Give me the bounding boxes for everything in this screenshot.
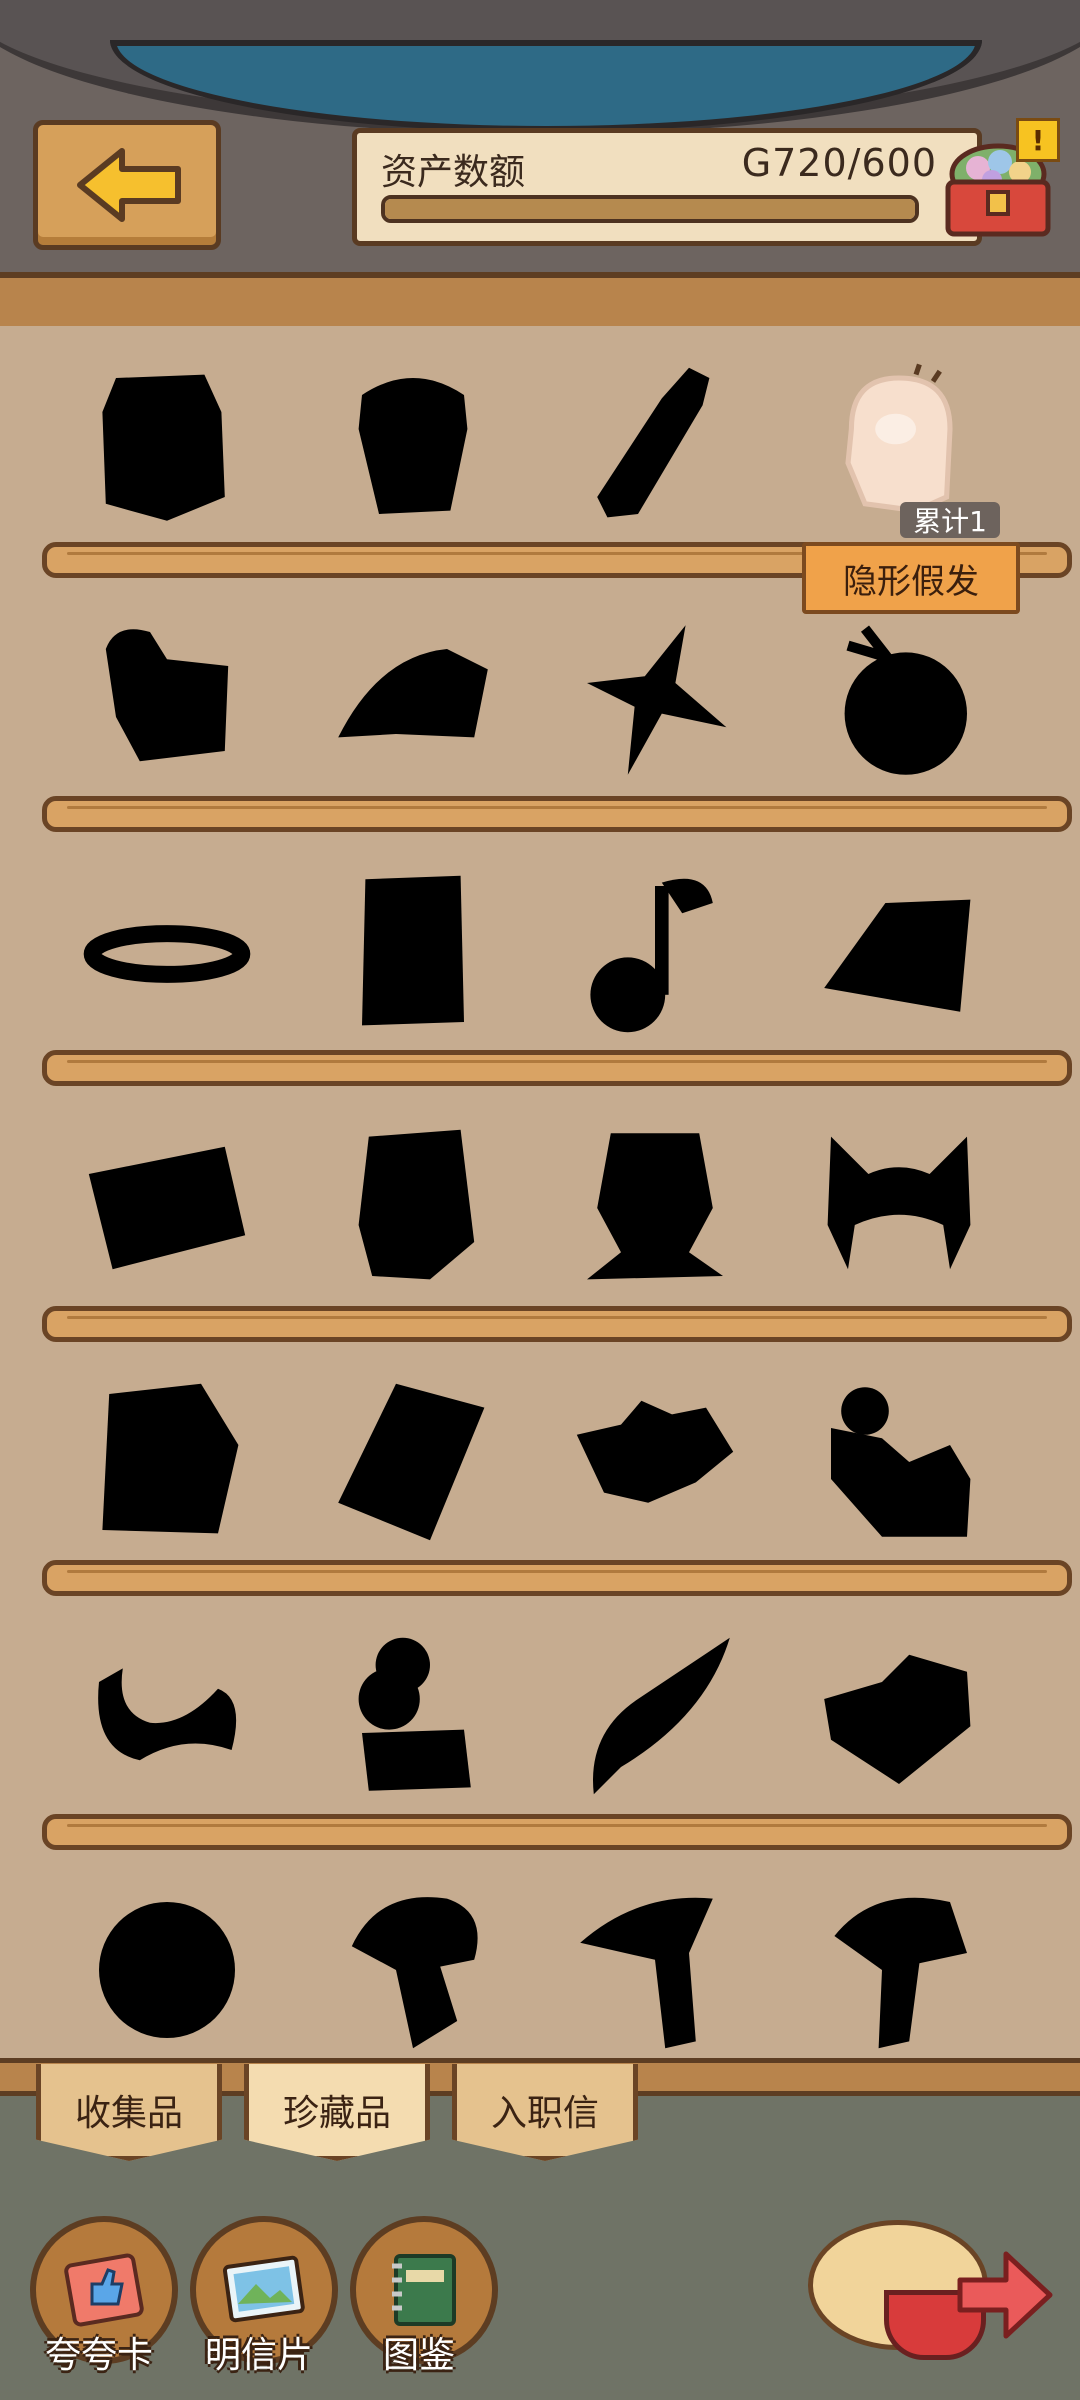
locked-item-silhouette[interactable]: [318, 1626, 508, 1806]
shelf-plank: [42, 1814, 1072, 1850]
asset-progress-bar: [381, 195, 919, 223]
locked-item-silhouette[interactable]: [560, 356, 750, 536]
item-count-badge: 累计1: [900, 502, 1000, 538]
locked-item-silhouette[interactable]: [804, 1372, 994, 1552]
locked-item-silhouette[interactable]: [318, 356, 508, 536]
shelf-plank: [42, 796, 1072, 832]
shelf-plank: [42, 1050, 1072, 1086]
asset-panel: 资产数额 G720/600: [352, 128, 982, 246]
locked-item-silhouette[interactable]: [318, 1118, 508, 1298]
locked-item-silhouette[interactable]: [560, 864, 750, 1044]
locked-item-silhouette[interactable]: [72, 864, 262, 1044]
locked-item-silhouette[interactable]: [804, 864, 994, 1044]
locked-item-silhouette[interactable]: [804, 1880, 994, 2060]
next-room-arrow-button[interactable]: [950, 2240, 1060, 2354]
alert-badge: !: [1016, 118, 1060, 162]
thumbs-up-card-icon: [64, 2253, 144, 2327]
shelf-plank: [42, 1306, 1072, 1342]
postcard-label: 明信片: [204, 2335, 313, 2376]
guide-label: 图鉴: [382, 2335, 455, 2376]
shelf-top-frame: [0, 272, 1080, 332]
asset-value: G720/600: [741, 141, 937, 185]
locked-item-silhouette[interactable]: [804, 1626, 994, 1806]
locked-item-silhouette[interactable]: [72, 1372, 262, 1552]
locked-item-silhouette[interactable]: [72, 356, 262, 536]
asset-progress-fill: [385, 199, 915, 219]
arrow-right-icon: [957, 2251, 1053, 2339]
praise-card-label: 夸夸卡: [44, 2335, 153, 2376]
locked-item-silhouette[interactable]: [560, 1372, 750, 1552]
locked-item-silhouette[interactable]: [560, 1118, 750, 1298]
locked-item-silhouette[interactable]: [318, 1372, 508, 1552]
back-button[interactable]: [33, 120, 221, 250]
book-icon: [392, 2254, 456, 2326]
postcard-icon: [222, 2255, 305, 2323]
back-arrow-icon: [77, 148, 181, 222]
locked-item-silhouette[interactable]: [804, 1118, 994, 1298]
locked-item-silhouette[interactable]: [318, 610, 508, 790]
item-name-label: 隐形假发: [802, 542, 1020, 614]
shelf-plank: [42, 1560, 1072, 1596]
locked-item-silhouette[interactable]: [72, 1118, 262, 1298]
asset-label: 资产数额: [381, 152, 526, 193]
locked-item-silhouette[interactable]: [318, 864, 508, 1044]
locked-item-silhouette[interactable]: [72, 610, 262, 790]
locked-item-silhouette[interactable]: [560, 610, 750, 790]
locked-item-silhouette[interactable]: [72, 1626, 262, 1806]
locked-item-silhouette[interactable]: [72, 1880, 262, 2060]
locked-item-silhouette[interactable]: [804, 610, 994, 790]
locked-item-silhouette[interactable]: [318, 1880, 508, 2060]
locked-item-silhouette[interactable]: [560, 1626, 750, 1806]
locked-item-silhouette[interactable]: [560, 1880, 750, 2060]
